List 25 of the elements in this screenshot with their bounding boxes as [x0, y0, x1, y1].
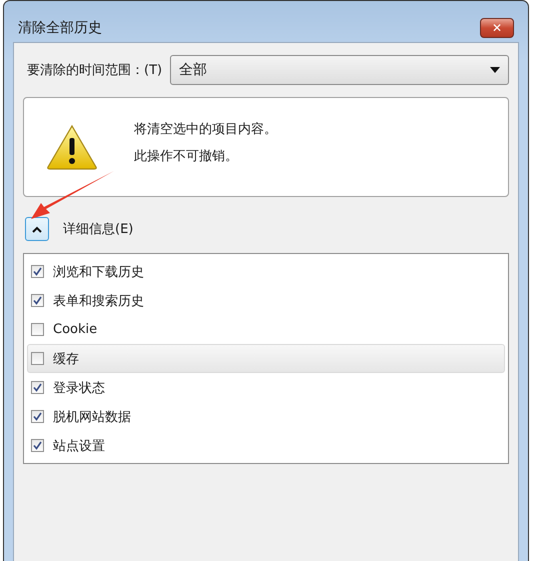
caret-icon [32, 226, 42, 232]
list-item[interactable]: 浏览和下载历史 [27, 257, 505, 286]
time-range-dropdown[interactable]: 全部 [170, 55, 509, 85]
list-item[interactable]: 缓存 [27, 344, 505, 373]
close-button[interactable]: ✕ [480, 18, 514, 38]
dropdown-caret-icon [490, 67, 500, 73]
checkbox[interactable] [31, 323, 44, 336]
checkbox[interactable] [31, 381, 44, 394]
list-item[interactable]: Cookie [27, 315, 505, 344]
window-title: 清除全部历史 [18, 19, 102, 37]
checkbox[interactable] [31, 410, 44, 423]
checkbox[interactable] [31, 265, 44, 278]
list-item[interactable]: 站点设置 [27, 431, 505, 460]
warning-text: 此操作不可撤销。 [134, 148, 239, 164]
list-item[interactable]: 表单和搜索历史 [27, 286, 505, 315]
time-range-label: 要清除的时间范围：(T) [27, 62, 162, 79]
checkbox[interactable] [31, 439, 44, 452]
list-item[interactable]: 登录状态 [27, 373, 505, 402]
details-label: 详细信息(E) [63, 221, 134, 238]
checkbox[interactable] [31, 352, 44, 365]
list-item[interactable]: 脱机网站数据 [27, 402, 505, 431]
checkbox[interactable] [31, 294, 44, 307]
details-toggle-button[interactable] [25, 217, 49, 241]
warning-icon [46, 124, 98, 170]
warning-text: 将清空选中的项目内容。 [134, 120, 277, 138]
